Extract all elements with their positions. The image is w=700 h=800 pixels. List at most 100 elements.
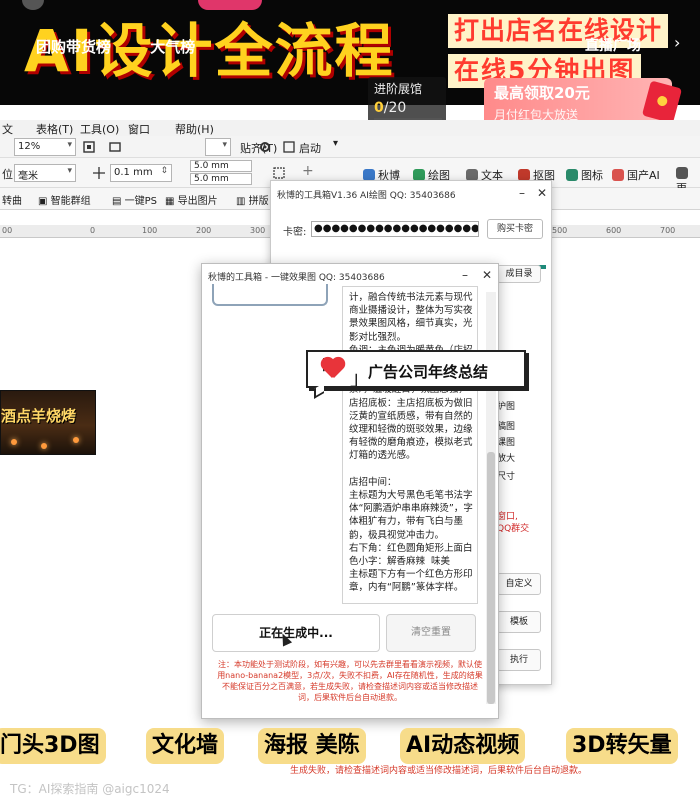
top-nav: 团购带货榜 大气榜: [36, 36, 229, 57]
scrollbar-thumb[interactable]: [487, 452, 495, 704]
progress-current: 0: [374, 100, 384, 116]
card-label: 卡密:: [283, 227, 307, 238]
nudge-input[interactable]: 0.1 mm ⇕: [110, 164, 172, 182]
unit-value: 毫米: [18, 171, 38, 182]
chevron-down-icon: ▾: [67, 140, 72, 150]
generate-button[interactable]: 正在生成中...: [212, 614, 380, 652]
dup-x-input[interactable]: 5.0 mm: [190, 160, 252, 172]
convert-curve-button[interactable]: 转曲: [2, 192, 22, 207]
prompt-textarea[interactable]: 计，融合传统书法元素与现代商业摄播设计，整体为写实夜景效果图风格，细节真实，光影…: [342, 286, 478, 604]
template-button[interactable]: 模板: [497, 611, 541, 633]
tab-popularity[interactable]: 大气榜: [150, 38, 195, 56]
poster-thumbnail[interactable]: 酒点羊烧烤: [0, 390, 96, 455]
plugin-icons[interactable]: 图标: [566, 167, 603, 183]
usage-note: 注：本功能处于测试阶段，如有兴趣，可以先去群里看看演示视频，默认使用nano-b…: [217, 660, 483, 702]
chevron-right-icon[interactable]: ›: [674, 33, 680, 52]
spin-icon: ⇕: [160, 166, 168, 176]
ruler-tick: 100: [142, 226, 158, 235]
tag-culture-wall: 文化墙: [146, 728, 225, 764]
buy-card-button[interactable]: 购买卡密: [487, 219, 543, 239]
lamp-icon: [73, 437, 79, 443]
follow-pill[interactable]: [198, 0, 262, 10]
zoom-fit-icon[interactable]: [82, 140, 96, 154]
toolbar-top: 12% ▾ ▾ 贴齐(T) 启动 ▾: [0, 136, 700, 158]
plugin-ai-label: 国产AI: [627, 169, 660, 182]
progress-total: /20: [383, 100, 407, 116]
plugin-domestic-ai[interactable]: 国产AI: [612, 167, 660, 183]
menu-help[interactable]: 帮助(H): [175, 121, 214, 137]
start-button[interactable]: 启动: [299, 140, 321, 156]
footer-note: 生成失败，请检查描述词内容或适当修改描述词，后果软件后台自动退款。: [290, 766, 588, 776]
bubble-text: 广告公司年终总结: [368, 363, 489, 381]
ruler-tick: 200: [196, 226, 212, 235]
imposition-label: 拼版: [248, 196, 269, 207]
host-strip: [0, 0, 700, 12]
minimize-icon[interactable]: –: [462, 268, 468, 282]
export-image-button[interactable]: ▦ 导出图片: [165, 192, 218, 207]
export-image-label: 导出图片: [177, 196, 218, 207]
more-icon: [676, 167, 688, 179]
custom-button[interactable]: 自定义: [497, 573, 541, 595]
side-item-draft[interactable]: 稿图: [497, 419, 547, 432]
side-item-protect[interactable]: 护图: [497, 399, 547, 412]
card-key-input[interactable]: ●●●●●●●●●●●●●●●●●●●●●●●●●●●●●●●●●●●: [311, 221, 479, 237]
plugin-icons-label: 图标: [581, 169, 603, 182]
zoom-page-icon[interactable]: [108, 140, 122, 154]
nudge-icon: [93, 167, 105, 179]
smart-group-label: 智能群组: [50, 196, 91, 207]
zoom-select[interactable]: 12% ▾: [14, 138, 76, 156]
ruler-tick: 00: [2, 226, 13, 235]
coupon-title: 最高领取20元: [494, 84, 590, 102]
side-item-size[interactable]: 尺寸: [497, 469, 547, 482]
close-icon[interactable]: ✕: [482, 268, 492, 282]
unit-select[interactable]: 毫米 ▾: [14, 164, 76, 182]
speech-bubble: 「 」 广告公司年终总结: [306, 350, 526, 399]
plus-icon[interactable]: +: [302, 163, 314, 179]
chevron-down-icon[interactable]: ▾: [333, 138, 338, 149]
ruler-tick: 500: [552, 226, 568, 235]
progress-count: 0/20: [374, 100, 440, 116]
preview-card[interactable]: [212, 284, 328, 306]
select-frame-icon[interactable]: [272, 166, 286, 180]
menu-window[interactable]: 窗口: [128, 121, 150, 137]
menu-bar: 文 表格(T) 工具(O) 窗口 帮助(H): [0, 120, 700, 136]
category-tags: 门头3D图 文化墙 海报 美陈 AI动态视频 3D转矢量: [0, 728, 700, 766]
chevron-down-icon: ▾: [67, 166, 72, 176]
ai-icon: [612, 169, 624, 181]
tab-group-buy[interactable]: 团购带货榜: [36, 38, 111, 56]
clear-reset-button[interactable]: 清空重置: [386, 614, 476, 652]
qq-group-note: 窗口, QQ群交: [497, 512, 530, 534]
menu-text[interactable]: 文: [2, 121, 13, 137]
effect-window: 秋博的工具箱 - 一键效果图 QQ: 35403686 – ✕ 计，融合传统书法…: [201, 263, 499, 719]
dup-y-input[interactable]: 5.0 mm: [190, 173, 252, 185]
watermark: TG：AI探索指南 @aigc1024: [10, 782, 170, 796]
poster-title: 酒点羊烧烤: [1, 407, 77, 425]
menu-tools[interactable]: 工具(O): [80, 121, 119, 137]
dup-x-value: 5.0 mm: [194, 161, 229, 171]
heart-icon: [320, 358, 346, 380]
minimize-icon[interactable]: –: [519, 186, 525, 200]
ruler-tick: 0: [90, 226, 96, 235]
progress-label: 进阶展馆: [374, 82, 423, 96]
toc-button[interactable]: 成目录: [497, 265, 541, 283]
host-avatar[interactable]: [22, 0, 44, 10]
imposition-button[interactable]: ▥ 拼版: [236, 192, 269, 207]
smart-group-button[interactable]: ▣ 智能群组: [38, 192, 91, 207]
side-item-lesson[interactable]: 课图: [497, 435, 547, 448]
live-plaza-link[interactable]: 直播广场: [585, 35, 641, 55]
execute-button[interactable]: 执行: [497, 649, 541, 671]
one-key-ps-button[interactable]: ▤ 一键PS: [112, 192, 157, 207]
menu-table[interactable]: 表格(T): [36, 121, 73, 137]
tag-3d-vector: 3D转矢量: [566, 728, 678, 764]
snap-dropdown[interactable]: ▾: [205, 138, 231, 156]
side-item-enlarge[interactable]: 放大: [497, 451, 547, 464]
gear-icon[interactable]: [258, 140, 272, 154]
dup-y-value: 5.0 mm: [194, 174, 229, 184]
zoom-value: 12%: [18, 141, 41, 152]
close-icon[interactable]: ✕: [537, 186, 547, 200]
ruler-tick: 600: [606, 226, 622, 235]
bracket-right-icon: 」: [350, 366, 370, 390]
nudge-value: 0.1 mm: [114, 167, 153, 178]
icons-icon: [566, 169, 578, 181]
lamp-icon: [41, 443, 47, 449]
